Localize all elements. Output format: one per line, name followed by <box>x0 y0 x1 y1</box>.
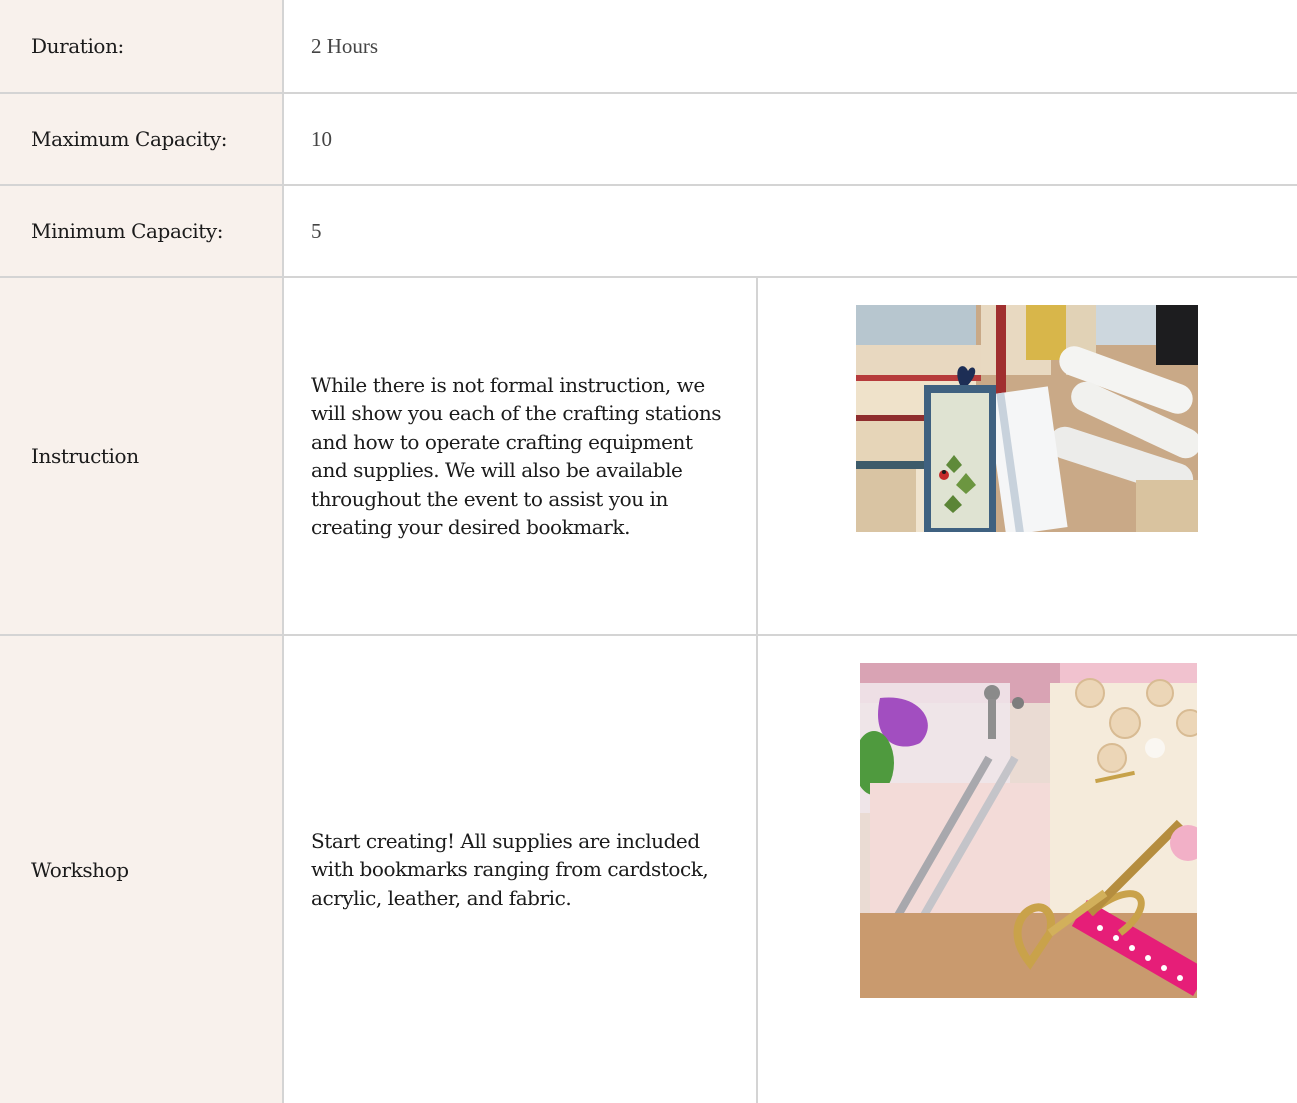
instruction-description: While there is not formal instruction, w… <box>311 372 722 540</box>
workshop-label: Workshop <box>0 636 284 1103</box>
maximum-capacity-value: 10 <box>311 126 332 151</box>
instruction-label: Instruction <box>0 278 284 634</box>
workshop-description: Start creating! All supplies are include… <box>311 828 709 910</box>
bookmark-on-books-photo <box>856 305 1198 532</box>
maximum-capacity-label: Maximum Capacity: <box>0 94 284 184</box>
column-divider <box>756 278 758 634</box>
table-row: Instruction While there is not formal in… <box>0 278 1297 636</box>
table-row: Maximum Capacity: 10 <box>0 94 1297 186</box>
table-row: Minimum Capacity: 5 <box>0 186 1297 278</box>
minimum-capacity-value: 5 <box>311 218 322 243</box>
column-divider <box>756 636 758 1103</box>
table-row: Duration: 2 Hours <box>0 0 1297 94</box>
duration-label: Duration: <box>0 0 284 92</box>
minimum-capacity-label: Minimum Capacity: <box>0 186 284 276</box>
craft-supplies-photo <box>860 663 1197 998</box>
table-row: Workshop Start creating! All supplies ar… <box>0 636 1297 1103</box>
duration-value: 2 Hours <box>311 33 379 58</box>
workshop-details-table: Duration: 2 Hours Maximum Capacity: 10 M… <box>0 0 1297 1103</box>
